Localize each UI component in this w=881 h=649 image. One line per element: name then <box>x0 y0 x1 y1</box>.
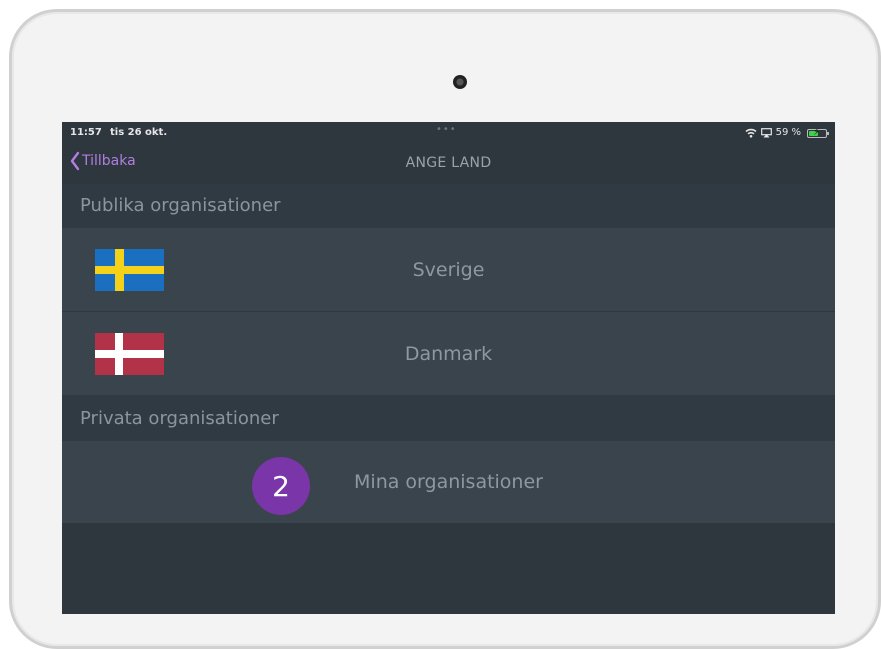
wifi-icon <box>745 128 757 138</box>
front-camera <box>453 75 467 89</box>
status-time: 11:57 <box>70 127 102 138</box>
page-title: ANGE LAND <box>405 155 492 171</box>
country-label: Danmark <box>404 343 493 365</box>
private-item-label: Mina organisationer <box>354 471 543 493</box>
step-number-badge: 2 <box>252 457 310 515</box>
country-label: Sverige <box>412 259 485 281</box>
status-indicators: 59 % ⚡ <box>745 122 829 144</box>
battery-tip <box>827 131 829 135</box>
multitasking-dots: ••• <box>436 124 457 135</box>
status-bar: 11:57 tis 26 okt. ••• 59 % ⚡ <box>62 122 835 144</box>
section-header-public: Publika organisationer <box>62 184 835 228</box>
battery-percent: 59 % <box>775 127 801 138</box>
screen-mirroring-icon <box>760 128 772 138</box>
status-date: tis 26 okt. <box>110 127 168 138</box>
charging-bolt-icon: ⚡ <box>813 126 821 138</box>
private-row-mina-organisationer[interactable]: Mina organisationer <box>62 441 835 523</box>
country-row-danmark[interactable]: Danmark <box>62 312 835 395</box>
section-header-private: Privata organisationer <box>62 395 835 441</box>
country-row-sverige[interactable]: Sverige <box>62 228 835 311</box>
navigation-bar: Tillbaka ANGE LAND <box>62 144 835 184</box>
battery-icon: ⚡ <box>807 126 829 138</box>
app-screen: 11:57 tis 26 okt. ••• 59 % ⚡ Tillbaka AN… <box>62 122 835 614</box>
